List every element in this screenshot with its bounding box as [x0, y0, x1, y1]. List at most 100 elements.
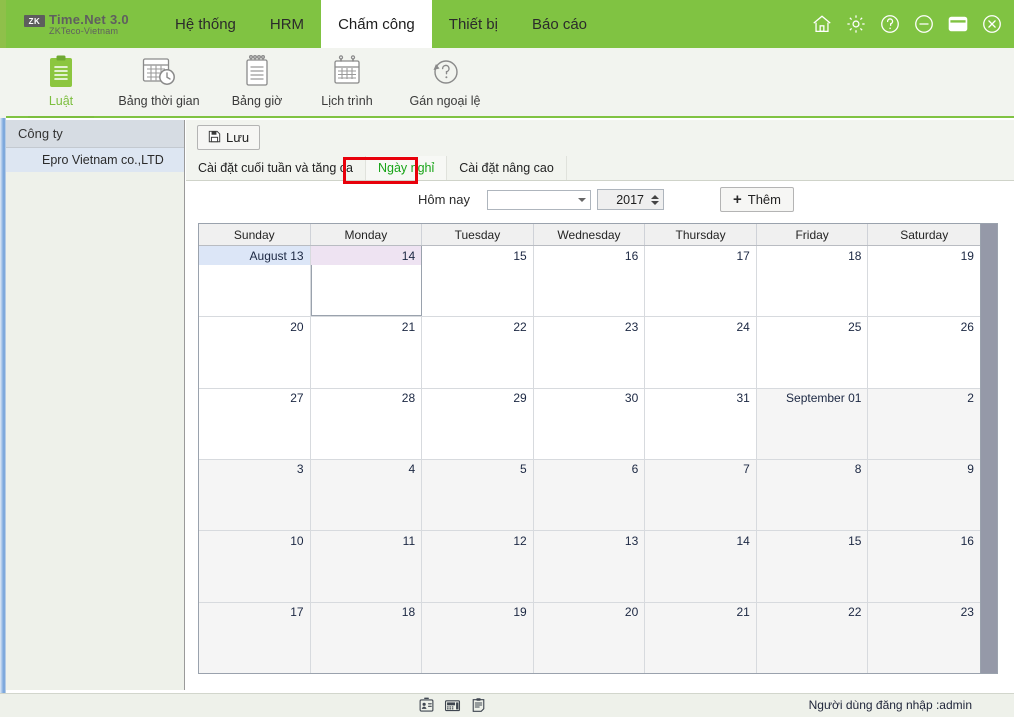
help-icon[interactable]: [878, 12, 902, 36]
ribbon-item-luat[interactable]: Luật: [16, 48, 106, 116]
save-button[interactable]: Lưu: [197, 125, 260, 150]
calendar-day-cell[interactable]: 18: [757, 246, 869, 316]
application-window: ZK Time.Net 3.0 ZKTeco-Vietnam Hệ thống …: [0, 0, 1014, 717]
year-stepper-arrows[interactable]: [650, 190, 663, 209]
calendar-day-number: 13: [534, 531, 645, 550]
calendar-day-number: 5: [422, 460, 533, 479]
notepad-icon: [241, 52, 273, 92]
calendar-day-cell[interactable]: 8: [757, 460, 869, 530]
brand-logo: ZK Time.Net 3.0 ZKTeco-Vietnam: [24, 9, 154, 41]
calendar-day-cell[interactable]: 2: [868, 389, 980, 459]
calendar-day-cell[interactable]: 17: [199, 603, 311, 673]
calendar-day-number: 18: [757, 246, 868, 265]
calendar-day-cell[interactable]: 7: [645, 460, 757, 530]
minimize-icon[interactable]: [912, 12, 936, 36]
calendar-day-cell[interactable]: 15: [757, 531, 869, 601]
today-label: Hôm nay: [418, 192, 470, 207]
calendar-day-cell[interactable]: 22: [422, 317, 534, 387]
calendar-body: August 13 14 15 16 17 18 19 20 21 22 23 …: [199, 246, 980, 673]
calendar-day-number: 21: [311, 317, 422, 336]
calendar-day-cell[interactable]: 10: [199, 531, 311, 601]
calendar-day-cell[interactable]: 16: [868, 531, 980, 601]
calendar-icon: [331, 52, 363, 92]
calendar-day-cell[interactable]: 18: [311, 603, 423, 673]
calendar-week-row: 20 21 22 23 24 25 26: [199, 317, 980, 388]
tab-advanced[interactable]: Cài đặt nâng cao: [447, 156, 567, 180]
menu-he-thong[interactable]: Hệ thống: [158, 0, 253, 48]
calendar-day-cell[interactable]: 14: [645, 531, 757, 601]
calendar-day-cell[interactable]: 17: [645, 246, 757, 316]
calendar-day-cell[interactable]: 22: [757, 603, 869, 673]
menu-thiet-bi[interactable]: Thiết bị: [432, 0, 515, 48]
device-terminal-icon[interactable]: [444, 697, 461, 717]
weekday-monday: Monday: [311, 224, 423, 245]
calendar-day-cell[interactable]: 21: [645, 603, 757, 673]
id-card-icon[interactable]: [418, 697, 435, 717]
menu-cham-cong[interactable]: Chấm công: [321, 0, 432, 48]
calendar-day-number: 17: [645, 246, 756, 265]
calendar-day-cell[interactable]: September 01: [757, 389, 869, 459]
clipboard-note-icon[interactable]: [470, 697, 487, 717]
calendar-day-cell[interactable]: 20: [534, 603, 646, 673]
calendar-day-cell[interactable]: 15: [422, 246, 534, 316]
calendar-day-cell[interactable]: 28: [311, 389, 423, 459]
calendar-day-cell[interactable]: 14: [311, 246, 423, 316]
calendar-day-cell[interactable]: 23: [868, 603, 980, 673]
ribbon-item-bang-thoi-gian[interactable]: Bảng thời gian: [106, 48, 212, 116]
tab-holiday[interactable]: Ngày nghỉ: [366, 156, 447, 180]
content-toolbar: Lưu: [186, 120, 1014, 156]
calendar-day-cell[interactable]: 30: [534, 389, 646, 459]
sidebar-item-company[interactable]: Epro Vietnam co.,LTD: [6, 148, 184, 172]
tab-weekend-overtime[interactable]: Cài đặt cuối tuần và tăng ca: [186, 156, 366, 180]
calendar-day-cell[interactable]: 6: [534, 460, 646, 530]
calendar-day-cell[interactable]: 19: [868, 246, 980, 316]
calendar-day-number: 9: [868, 460, 980, 479]
calendar-day-cell[interactable]: 12: [422, 531, 534, 601]
calendar-day-cell[interactable]: 20: [199, 317, 311, 387]
home-icon[interactable]: [810, 12, 834, 36]
calendar-day-cell[interactable]: 27: [199, 389, 311, 459]
calendar-day-cell[interactable]: 13: [534, 531, 646, 601]
calendar-day-number: 29: [422, 389, 533, 408]
calendar-day-cell[interactable]: 26: [868, 317, 980, 387]
calendar-day-cell[interactable]: 19: [422, 603, 534, 673]
gear-icon[interactable]: [844, 12, 868, 36]
maximize-icon[interactable]: [946, 12, 970, 36]
sidebar-header: Công ty: [6, 120, 184, 148]
month-select[interactable]: [487, 190, 591, 210]
calendar-day-number: 7: [645, 460, 756, 479]
calendar-vertical-scrollbar[interactable]: [980, 224, 997, 673]
left-sidebar: Công ty Epro Vietnam co.,LTD: [6, 120, 185, 690]
calendar-day-number: 16: [534, 246, 645, 265]
calendar-day-cell[interactable]: 24: [645, 317, 757, 387]
calendar-day-cell[interactable]: August 13: [199, 246, 311, 316]
calendar-day-cell[interactable]: 5: [422, 460, 534, 530]
calendar-day-number: 2: [868, 389, 980, 408]
year-stepper[interactable]: 2017: [597, 189, 664, 210]
calendar-day-cell[interactable]: 9: [868, 460, 980, 530]
ribbon-item-bang-gio[interactable]: Bảng giờ: [212, 48, 302, 116]
calendar-week-row: 10 11 12 13 14 15 16: [199, 531, 980, 602]
calendar-day-cell[interactable]: 11: [311, 531, 423, 601]
calendar-panel: Sunday Monday Tuesday Wednesday Thursday…: [198, 223, 998, 674]
calendar-day-cell[interactable]: 3: [199, 460, 311, 530]
ribbon-item-lich-trinh[interactable]: Lịch trình: [302, 48, 392, 116]
calendar-day-cell[interactable]: 29: [422, 389, 534, 459]
calendar-day-cell[interactable]: 31: [645, 389, 757, 459]
weekday-saturday: Saturday: [868, 224, 980, 245]
calendar-day-cell[interactable]: 4: [311, 460, 423, 530]
close-icon[interactable]: [980, 12, 1004, 36]
calendar-week-row: 17 18 19 20 21 22 23: [199, 603, 980, 673]
calendar-day-cell[interactable]: 25: [757, 317, 869, 387]
chevron-up-icon[interactable]: [651, 195, 659, 199]
menu-bao-cao[interactable]: Báo cáo: [515, 0, 604, 48]
calendar-day-cell[interactable]: 16: [534, 246, 646, 316]
calendar-day-number: 20: [534, 603, 645, 622]
ribbon-item-gan-ngoai-le[interactable]: Gán ngoại lệ: [392, 48, 498, 116]
menu-hrm[interactable]: HRM: [253, 0, 321, 48]
chevron-down-icon[interactable]: [651, 201, 659, 205]
calendar-day-cell[interactable]: 21: [311, 317, 423, 387]
add-button[interactable]: + Thêm: [720, 187, 794, 212]
calendar-day-cell[interactable]: 23: [534, 317, 646, 387]
weekday-friday: Friday: [757, 224, 869, 245]
